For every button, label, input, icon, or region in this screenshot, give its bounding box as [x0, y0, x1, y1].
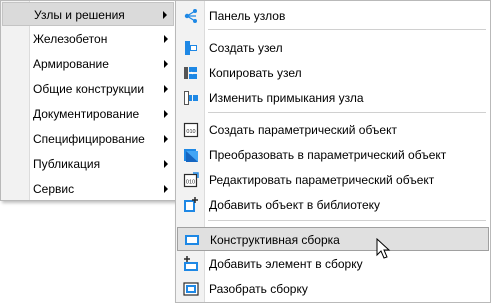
submenu-item-edit-parametric-object[interactable]: 010 Редактировать параметрический объект	[177, 168, 489, 192]
submenu-arrow-icon	[164, 185, 168, 193]
submenu-item-create-node[interactable]: Создать узел	[177, 36, 489, 60]
menu-item-publishing[interactable]: Публикация	[2, 152, 174, 176]
menu-item-label: Публикация	[33, 157, 101, 171]
submenu-item-label: Конструктивная сборка	[210, 233, 340, 247]
create-node-icon	[185, 41, 197, 55]
submenu-arrow-icon	[164, 60, 168, 68]
menu-item-label: Документирование	[33, 107, 140, 121]
disassemble-icon	[183, 282, 199, 296]
convert-to-parametric-icon	[184, 149, 198, 162]
menu-item-label: Железобетон	[33, 32, 108, 46]
submenu-item-label: Разобрать сборку	[209, 282, 308, 296]
submenu-arrow-icon	[164, 110, 168, 118]
submenu-arrow-icon	[164, 85, 168, 93]
menu-item-label: Армирование	[33, 57, 109, 71]
submenu-item-copy-node[interactable]: Копировать узел	[177, 61, 489, 85]
submenu-item-label: Преобразовать в параметрический объект	[209, 148, 447, 162]
edit-junctions-icon	[184, 91, 198, 105]
svg-text:010: 010	[186, 180, 195, 186]
mouse-pointer-icon	[376, 238, 391, 259]
submenu-arrow-icon	[163, 11, 167, 19]
separator	[208, 112, 486, 113]
separator	[208, 220, 486, 221]
submenu-item-label: Создать узел	[209, 41, 283, 55]
create-parametric-object-icon: 010	[183, 122, 199, 138]
menu-item-general-structures[interactable]: Общие конструкции	[2, 77, 174, 101]
add-to-library-icon	[184, 197, 198, 212]
submenu-arrow-icon	[164, 135, 168, 143]
edit-parametric-object-icon: 010	[183, 172, 199, 188]
submenu-item-label: Создать параметрический объект	[209, 123, 397, 137]
structural-assembly-icon	[185, 235, 199, 245]
menu-item-label: Специфицирование	[33, 132, 145, 146]
submenu-item-create-parametric-object[interactable]: 010 Создать параметрический объект	[177, 118, 489, 142]
submenu-item-add-to-library[interactable]: Добавить объект в библиотеку	[177, 193, 489, 217]
submenu-item-edit-junctions[interactable]: Изменить примыкания узла	[177, 86, 489, 110]
separator	[208, 29, 486, 30]
submenu-arrow-icon	[164, 35, 168, 43]
copy-node-icon	[184, 67, 197, 79]
menu-item-reinforced-concrete[interactable]: Железобетон	[2, 27, 174, 51]
menu-item-documenting[interactable]: Документирование	[2, 102, 174, 126]
submenu-arrow-icon	[164, 160, 168, 168]
add-element-to-assembly-icon	[184, 256, 198, 271]
main-menu: Узлы и решения Железобетон Армирование О…	[0, 0, 176, 201]
submenu-nodes-solutions: Панель узлов Создать узел Копировать узе…	[175, 0, 491, 303]
menu-item-service[interactable]: Сервис	[2, 177, 174, 201]
menu-item-label: Общие конструкции	[33, 82, 145, 96]
submenu-item-label: Добавить элемент в сборку	[209, 257, 363, 271]
menu-item-reinforcement[interactable]: Армирование	[2, 52, 174, 76]
submenu-item-label: Изменить примыкания узла	[209, 91, 364, 105]
submenu-item-node-panel[interactable]: Панель узлов	[177, 4, 489, 28]
menu-item-label: Узлы и решения	[34, 8, 125, 22]
submenu-item-add-element-to-assembly[interactable]: Добавить элемент в сборку	[177, 252, 489, 276]
menu-item-nodes-solutions[interactable]: Узлы и решения	[2, 2, 174, 26]
submenu-item-structural-assembly[interactable]: Конструктивная сборка	[177, 227, 489, 251]
menu-item-specifying[interactable]: Специфицирование	[2, 127, 174, 151]
submenu-item-label: Добавить объект в библиотеку	[209, 198, 381, 212]
submenu-item-label: Панель узлов	[209, 9, 286, 23]
node-panel-icon	[184, 9, 197, 23]
submenu-item-disassemble[interactable]: Разобрать сборку	[177, 277, 489, 301]
submenu-item-label: Копировать узел	[209, 66, 302, 80]
menu-item-label: Сервис	[33, 182, 75, 196]
submenu-item-label: Редактировать параметрический объект	[209, 173, 435, 187]
submenu-item-convert-to-parametric[interactable]: Преобразовать в параметрический объект	[177, 143, 489, 167]
svg-text:010: 010	[186, 129, 195, 135]
